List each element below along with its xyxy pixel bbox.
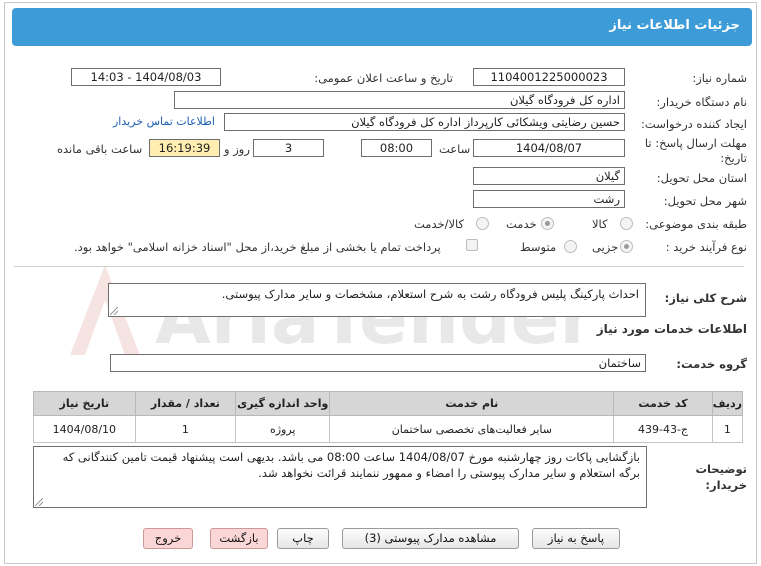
services-table: ردیف کد خدمت نام خدمت واحد اندازه گیری ت… [33,391,744,443]
city-field: رشت [473,190,625,208]
province-label: استان محل تحویل: [656,171,747,185]
process-minor-label: جزیی [592,240,619,254]
header-bar: جزئیات اطلاعات نیاز [12,8,752,46]
exit-button[interactable]: خروج [143,528,193,549]
resize-handle-icon[interactable] [35,498,43,506]
deadline-time-label: ساعت [439,142,471,156]
process-label: نوع فرآیند خرید : [665,240,747,254]
category-goods-label: کالا [592,217,608,231]
process-medium-label: متوسط [520,240,557,254]
cell-quantity: 1 [134,415,237,443]
table-row: 1 ج-43-439 سایر فعالیت‌های تخصصی ساختمان… [33,415,744,443]
deadline-date-field: 1404/08/07 [473,139,625,157]
service-group-label: گروه خدمت: [676,357,747,371]
cell-service-code: ج-43-439 [613,415,713,443]
view-attachments-button[interactable]: مشاهده مدارک پیوستی (3) [342,528,519,549]
col-quantity: تعداد / مقدار [134,391,237,416]
cell-need-date: 1404/08/10 [33,415,136,443]
cell-row: 1 [711,415,744,443]
category-service-label: خدمت [506,217,537,231]
days-label: روز و [224,142,250,156]
notes-label: توضیحات [695,462,748,476]
process-medium-radio[interactable] [564,240,577,253]
category-goods-radio[interactable] [620,217,633,230]
summary-text: احداث پارکینگ پلیس فرودگاه رشت به شرح اس… [221,287,639,301]
divider [14,266,744,267]
resize-handle-icon[interactable] [110,307,118,315]
need-number-field: 1104001225000023 [473,68,625,86]
buyer-contact-link[interactable]: اطلاعات تماس خریدار [113,115,215,128]
service-group-field: ساختمان [110,354,646,372]
col-row: ردیف [711,391,744,416]
days-remaining-field: 3 [253,139,324,157]
remaining-time-label: ساعت باقی مانده [57,142,143,156]
category-both-label: کالا/خدمت [414,217,465,231]
treasury-payment-note: پرداخت تمام یا بخشی از مبلغ خرید،از محل … [74,240,441,254]
summary-label: شرح کلی نیاز: [664,291,747,305]
deadline-label: مهلت ارسال پاسخ: تا [644,136,747,150]
print-button[interactable]: چاپ [277,528,329,549]
services-section-title: اطلاعات خدمات مورد نیاز [596,322,747,336]
summary-textarea[interactable]: احداث پارکینگ پلیس فرودگاه رشت به شرح اس… [108,283,646,317]
col-unit: واحد اندازه گیری [235,391,331,416]
col-service-name: نام خدمت [329,391,615,416]
creator-label: ایجاد کننده درخواست: [641,117,747,131]
notes-textarea[interactable]: بازگشایی پاکات روز چهارشنبه مورخ 1404/08… [33,446,647,508]
col-service-code: کد خدمت [613,391,713,416]
back-button[interactable]: بازگشت [210,528,268,549]
col-need-date: تاریخ نیاز [33,391,136,416]
announce-label: تاریخ و ساعت اعلان عمومی: [314,71,453,85]
reply-to-need-button[interactable]: پاسخ به نیاز [532,528,620,549]
buyer-org-label: نام دستگاه خریدار: [656,95,747,109]
category-service-radio[interactable] [541,217,554,230]
page-title: جزئیات اطلاعات نیاز [609,18,740,33]
province-field: گیلان [473,167,625,185]
buyer-org-field: اداره کل فرودگاه گیلان [174,91,625,109]
cell-unit: پروژه [235,415,331,443]
city-label: شهر محل تحویل: [663,194,747,208]
category-both-radio[interactable] [476,217,489,230]
creator-field: حسین رضایتی ویشکائی کارپرداز اداره کل فر… [224,113,625,131]
category-label: طبقه بندی موضوعی: [645,217,747,231]
deadline-time-field: 08:00 [361,139,432,157]
notes-label-buyer: خریدار: [705,478,747,492]
notes-text: بازگشایی پاکات روز چهارشنبه مورخ 1404/08… [62,450,640,480]
need-number-label: شماره نیاز: [692,71,747,85]
deadline-label-date: تاریخ: [720,151,747,165]
treasury-payment-checkbox[interactable] [466,239,478,251]
table-header-row: ردیف کد خدمت نام خدمت واحد اندازه گیری ت… [33,391,744,416]
cell-service-name: سایر فعالیت‌های تخصصی ساختمان [329,415,615,443]
process-minor-radio[interactable] [620,240,633,253]
announce-field: 1404/08/03 - 14:03 [71,68,221,86]
remaining-time-field: 16:19:39 [149,139,220,157]
